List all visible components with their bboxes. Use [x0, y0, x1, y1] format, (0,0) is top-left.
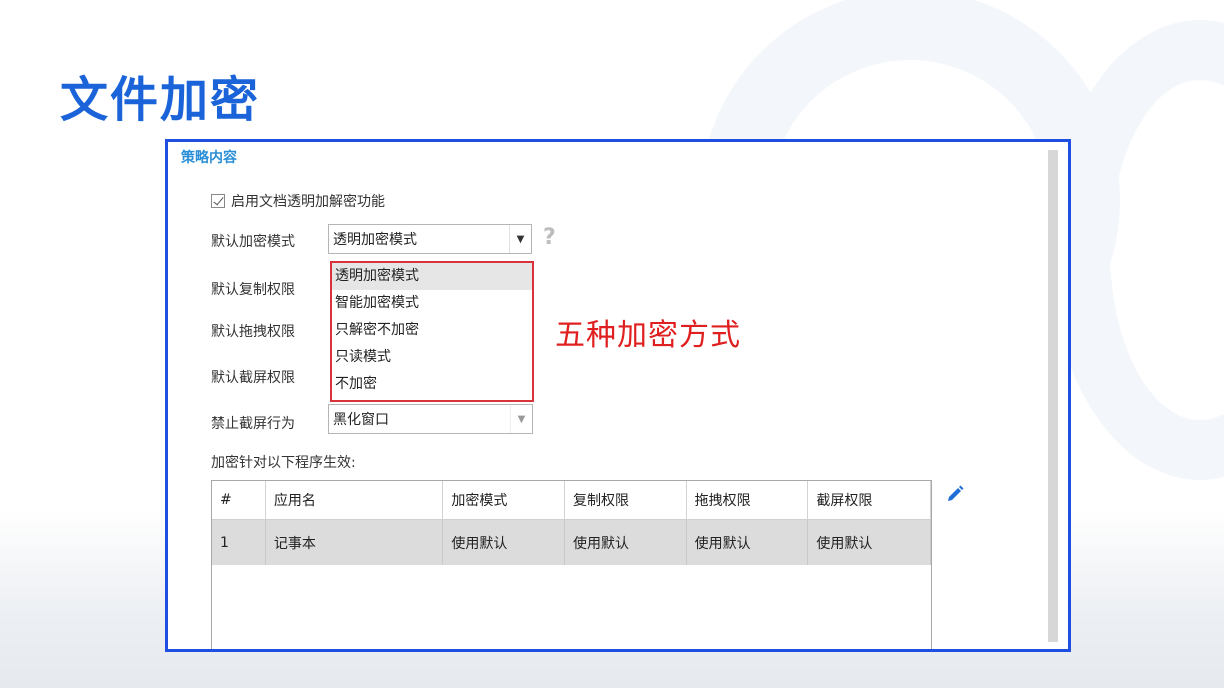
default-mode-label: 默认加密模式	[211, 234, 295, 250]
table-row[interactable]: 1 记事本 使用默认 使用默认 使用默认 使用默认	[212, 520, 931, 565]
enable-encryption-checkbox[interactable]	[211, 194, 225, 208]
decor-ring	[1050, 20, 1224, 480]
column-header[interactable]: 拖拽权限	[687, 481, 809, 519]
block-screenshot-select[interactable]: 黑化窗口 ▼	[328, 404, 533, 434]
table-cell: 使用默认	[443, 520, 566, 565]
table-cell: 记事本	[266, 520, 444, 565]
enable-encryption-label: 启用文档透明加解密功能	[231, 194, 385, 210]
dropdown-option[interactable]: 只读模式	[332, 344, 532, 371]
program-table: # 应用名 加密模式 复制权限 拖拽权限 截屏权限 1 记事本 使用默认 使用默…	[211, 480, 932, 649]
block-screenshot-value: 黑化窗口	[333, 412, 389, 428]
column-header[interactable]: 复制权限	[565, 481, 687, 519]
drag-perm-label: 默认拖拽权限	[211, 324, 295, 340]
dropdown-option[interactable]: 只解密不加密	[332, 317, 532, 344]
table-cell: 使用默认	[565, 520, 687, 565]
enable-encryption-row[interactable]: 启用文档透明加解密功能	[211, 191, 385, 211]
table-header: # 应用名 加密模式 复制权限 拖拽权限 截屏权限	[212, 481, 931, 520]
dropdown-option[interactable]: 智能加密模式	[332, 290, 532, 317]
apply-programs-label: 加密针对以下程序生效:	[211, 455, 356, 471]
column-header[interactable]: #	[212, 481, 266, 519]
callout-text: 五种加密方式	[555, 318, 741, 353]
table-cell: 1	[212, 520, 266, 565]
default-mode-select[interactable]: 透明加密模式 ▼	[328, 224, 532, 254]
chevron-down-icon[interactable]: ▼	[510, 405, 532, 433]
default-mode-value: 透明加密模式	[333, 232, 417, 248]
page-title: 文件加密	[60, 72, 261, 128]
section-title: 策略内容	[181, 150, 237, 166]
screenshot-perm-label: 默认截屏权限	[211, 370, 295, 386]
pencil-icon[interactable]	[945, 484, 965, 504]
table-cell: 使用默认	[808, 520, 931, 565]
dropdown-option[interactable]: 透明加密模式	[332, 263, 532, 290]
question-mark-icon[interactable]: ?	[543, 225, 556, 250]
column-header[interactable]: 截屏权限	[808, 481, 931, 519]
dropdown-option[interactable]: 不加密	[332, 371, 532, 398]
column-header[interactable]: 应用名	[266, 481, 444, 519]
column-header[interactable]: 加密模式	[443, 481, 566, 519]
block-screenshot-label: 禁止截屏行为	[211, 416, 295, 432]
encryption-mode-dropdown[interactable]: 透明加密模式 智能加密模式 只解密不加密 只读模式 不加密	[330, 261, 534, 402]
table-cell: 使用默认	[687, 520, 809, 565]
chevron-down-icon[interactable]: ▼	[509, 225, 531, 253]
copy-perm-label: 默认复制权限	[211, 282, 295, 298]
policy-panel-screenshot: 策略内容 启用文档透明加解密功能 默认加密模式 透明加密模式 ▼ ? 默认复制权…	[165, 139, 1071, 652]
vertical-scrollbar[interactable]	[1048, 150, 1058, 642]
